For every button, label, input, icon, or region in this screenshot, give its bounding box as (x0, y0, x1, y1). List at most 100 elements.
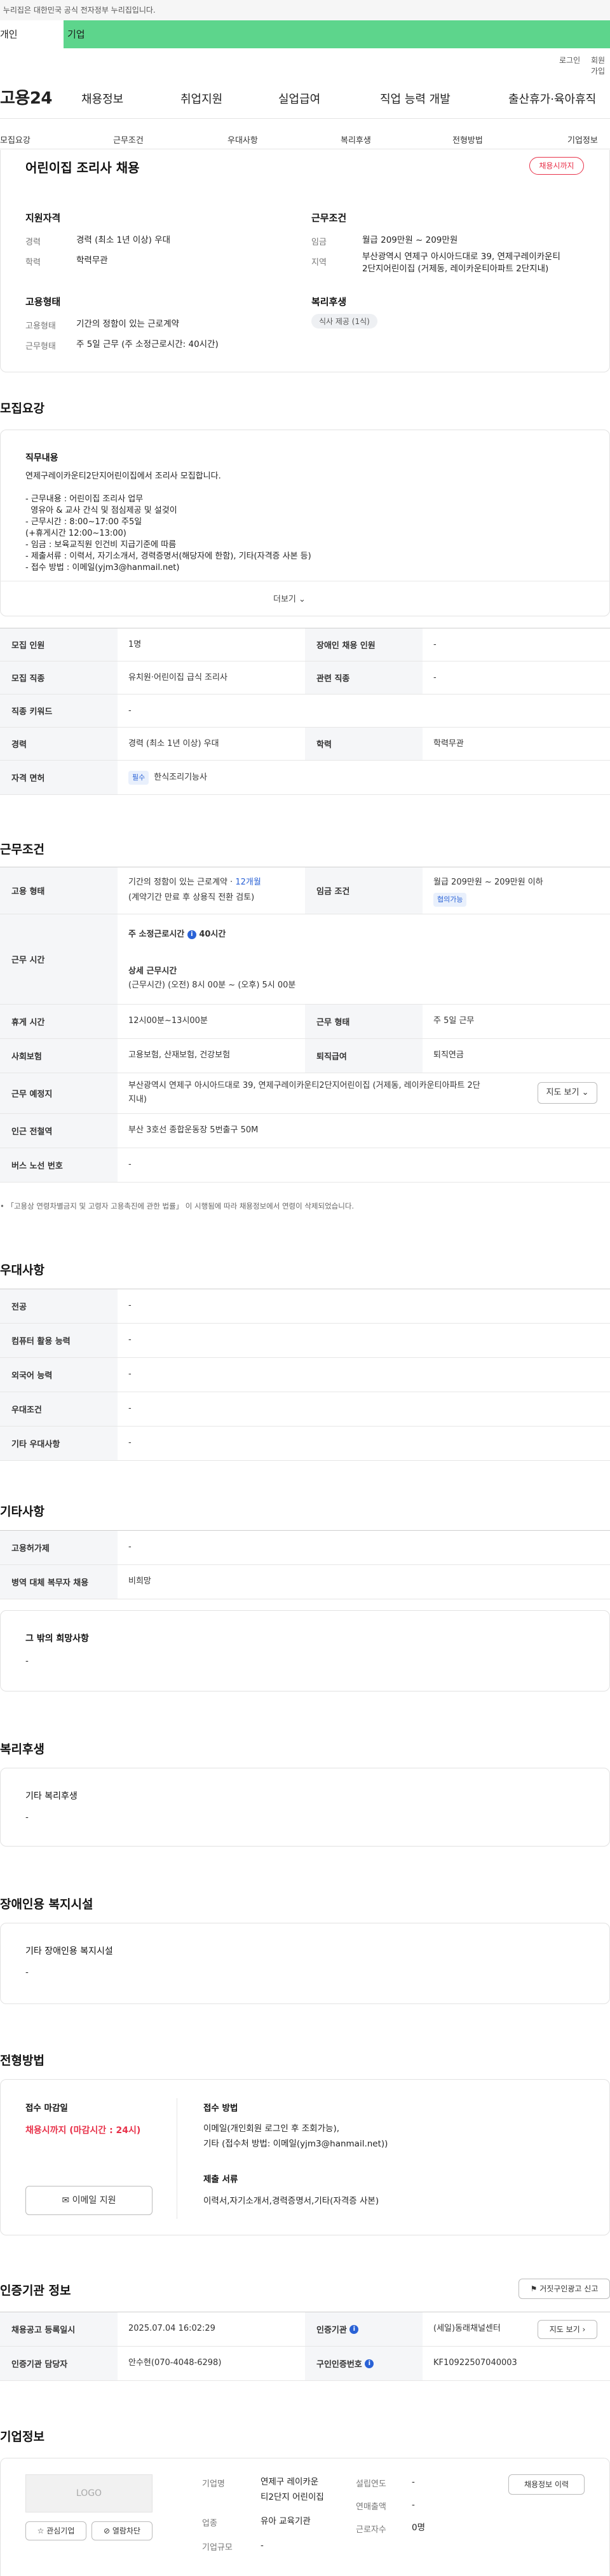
section-title-agency: 인증기관 정보 (0, 2284, 71, 2298)
anchor-process[interactable]: 전형방법 (452, 133, 483, 146)
other-title: 그 밖의 희망사항 (25, 1634, 89, 1644)
section-title-disability: 장애인용 복지시설 (0, 1897, 93, 1911)
etc-table: 고용허가제 - 병역 대체 복무자 채용 비희망 (0, 1530, 610, 1599)
anchor-company[interactable]: 기업정보 (567, 133, 598, 146)
major-value: - (128, 1301, 132, 1310)
block-view-button[interactable]: ⊘ 열람차단 (92, 2521, 152, 2540)
tab-individual[interactable]: 개인 (0, 20, 64, 48)
insurance-label: 사회보험 (0, 1039, 118, 1073)
tab-business[interactable]: 기업 (64, 20, 610, 48)
wage-badge-cell: 협의가능 (433, 893, 467, 907)
gnb-item-employment-support[interactable]: 취업지원 (180, 90, 222, 107)
emp-title: 고용형태 (25, 296, 61, 308)
table-row: 고용허가제 - (0, 1531, 610, 1565)
signup-link[interactable]: 회원가입 (591, 55, 610, 76)
license-value: 한식조리기능사 (154, 773, 207, 782)
duty-line-4: 영유아 & 교사 간식 및 점심제공 및 설겆이 (25, 506, 177, 515)
founded-value: - (412, 2477, 415, 2487)
subway-value: 부산 3호선 종합운동장 5번출구 50M (128, 1125, 259, 1135)
info-icon[interactable]: i (349, 2324, 359, 2334)
disability-card-value: - (25, 1967, 29, 1977)
table-row: 모집 인원 1명 장애인 채용 인원 - (0, 628, 610, 661)
emptype-note: (계약기간 만료 후 상용직 전환 검토) (128, 893, 255, 902)
company-name-label: 기업명 (202, 2479, 225, 2489)
other-value: - (25, 1656, 29, 1666)
chevron-right-icon: › (582, 2325, 586, 2334)
gnb-item-parental-leave[interactable]: 출산휴가·육아휴직 (508, 90, 596, 107)
pref-cond-label: 우대조건 (0, 1392, 118, 1426)
section-title-company: 기업정보 (0, 2430, 44, 2444)
table-row: 외국어 능력 - (0, 1358, 610, 1392)
subway-label: 인근 전철역 (0, 1114, 118, 1148)
license-label: 자격 면허 (0, 761, 118, 794)
license-cell: 필수 한식조리기능사 (128, 771, 207, 785)
info-icon[interactable]: i (365, 2359, 374, 2368)
hours-detail-label: 상세 근무시간 (128, 966, 177, 976)
founded-label: 설립연도 (356, 2479, 386, 2489)
disabled-value: - (433, 640, 437, 649)
anchor-work-conditions[interactable]: 근무조건 (113, 133, 144, 146)
job-history-button[interactable]: 채용정보 이력 (508, 2474, 585, 2495)
gnb-item-jobs[interactable]: 채용정보 (81, 90, 123, 107)
preference-table: 전공 - 컴퓨터 활용 능력 - 외국어 능력 - 우대조건 - 기타 우대사항 - (0, 1289, 610, 1461)
duty-line-3: - 근무내용 : 어린이집 조리사 업무 (25, 494, 144, 504)
work-table: 고용 형태 기간의 정함이 있는 근로계약 · 12개월 (계약기간 만료 후 … (0, 867, 610, 1183)
email-apply-button[interactable]: ✉ 이메일 지원 (25, 2186, 152, 2215)
report-button-label: 거짓구인광고 신고 (539, 2284, 599, 2293)
login-link[interactable]: 로그인 (559, 55, 580, 65)
agency-label: 인증기관 i (305, 2312, 423, 2346)
reqno-label: 구인인증번호 i (305, 2347, 423, 2380)
info-icon[interactable]: i (187, 930, 196, 939)
disability-card-title: 기타 장애인용 복지시설 (25, 1946, 113, 1956)
block-icon: ⊘ (103, 2526, 111, 2535)
report-button[interactable]: ⚑ 거짓구인광고 신고 (518, 2279, 610, 2299)
table-row: 휴게 시간 12시00분~13시00분 근무 형태 주 5일 근무 (0, 1005, 610, 1039)
emptype-cell: 기간의 정함이 있는 근로계약 · 12개월 (128, 876, 261, 889)
duty-line-9: - 접수 방법 : 이메일(yjm3@hanmail.net) (25, 563, 180, 573)
qual-title: 지원자격 (25, 212, 61, 224)
computer-label: 컴퓨터 활용 능력 (0, 1324, 118, 1357)
gnb-item-unemployment-benefit[interactable]: 실업급여 (278, 90, 320, 107)
more-button[interactable]: 더보기 ⌄ (273, 592, 306, 604)
industry-value: 유아 교육기관 (261, 2516, 311, 2526)
computer-value: - (128, 1335, 132, 1345)
major-label: 전공 (0, 1289, 118, 1323)
sales-label: 연매출액 (356, 2502, 386, 2512)
chevron-down-icon: ⌄ (299, 595, 306, 604)
other-card (0, 1610, 610, 1691)
favorite-company-button[interactable]: ☆ 관심기업 (25, 2521, 86, 2540)
edu-label: 학력 (25, 258, 41, 268)
emptype-value: 기간의 정함이 있는 근로계약 (76, 319, 179, 329)
break-label: 휴게 시간 (0, 1005, 118, 1038)
agency-view-label: 지도 보기 (549, 2325, 580, 2334)
table-row: 버스 노선 번호 - (0, 1148, 610, 1183)
anchor-welfare[interactable]: 복리후생 (341, 133, 371, 146)
pref-cond-value: - (128, 1404, 132, 1413)
required-badge: 필수 (128, 771, 149, 785)
tab-business-label: 기업 (67, 29, 85, 40)
military-value: 비희망 (128, 1576, 151, 1586)
site-logo[interactable]: 고용24 (0, 85, 53, 109)
anchor-preference[interactable]: 우대사항 (227, 133, 258, 146)
agency-view-button[interactable]: 지도 보기 › (538, 2320, 597, 2339)
map-button[interactable]: 지도 보기 ⌄ (538, 1082, 597, 1104)
hours-label: 근무 시간 (0, 914, 118, 1004)
worktype-value: 주 5일 근무 (주 소정근로시간: 40시간) (76, 339, 219, 349)
table-row: 우대조건 - (0, 1392, 610, 1427)
hours-weekly-value: 40시간 (199, 930, 226, 939)
table-row: 채용공고 등록일시 2025.07.04 16:02:29 인증기관 i (세일… (0, 2312, 610, 2347)
language-label: 외국어 능력 (0, 1358, 118, 1392)
military-label: 병역 대체 복무자 채용 (0, 1565, 118, 1599)
career-label: 경력 (25, 238, 41, 247)
table-row: 전공 - (0, 1289, 610, 1324)
email-apply-label: 이메일 지원 (72, 2195, 116, 2206)
duty-line-5: - 근무시간 : 8:00~17:00 주5일 (25, 517, 142, 527)
bus-value: - (128, 1160, 132, 1169)
duty-line-6: (+휴게시간 12:00~13:00) (25, 529, 126, 538)
table-row: 인근 전철역 부산 3호선 종합운동장 5번출구 50M (0, 1114, 610, 1148)
favorite-label: 관심기업 (46, 2526, 75, 2535)
anchor-recruit[interactable]: 모집요강 (0, 133, 30, 146)
gnb-item-vocational-training[interactable]: 직업 능력 개발 (380, 90, 451, 107)
table-row: 모집 직종 유치원·어린이집 급식 조리사 관련 직종 - (0, 661, 610, 695)
age-notice-text: 「고용상 연령차별금지 및 고령자 고용촉진에 관한 법률」 이 시행됨에 따라… (6, 1202, 355, 1210)
